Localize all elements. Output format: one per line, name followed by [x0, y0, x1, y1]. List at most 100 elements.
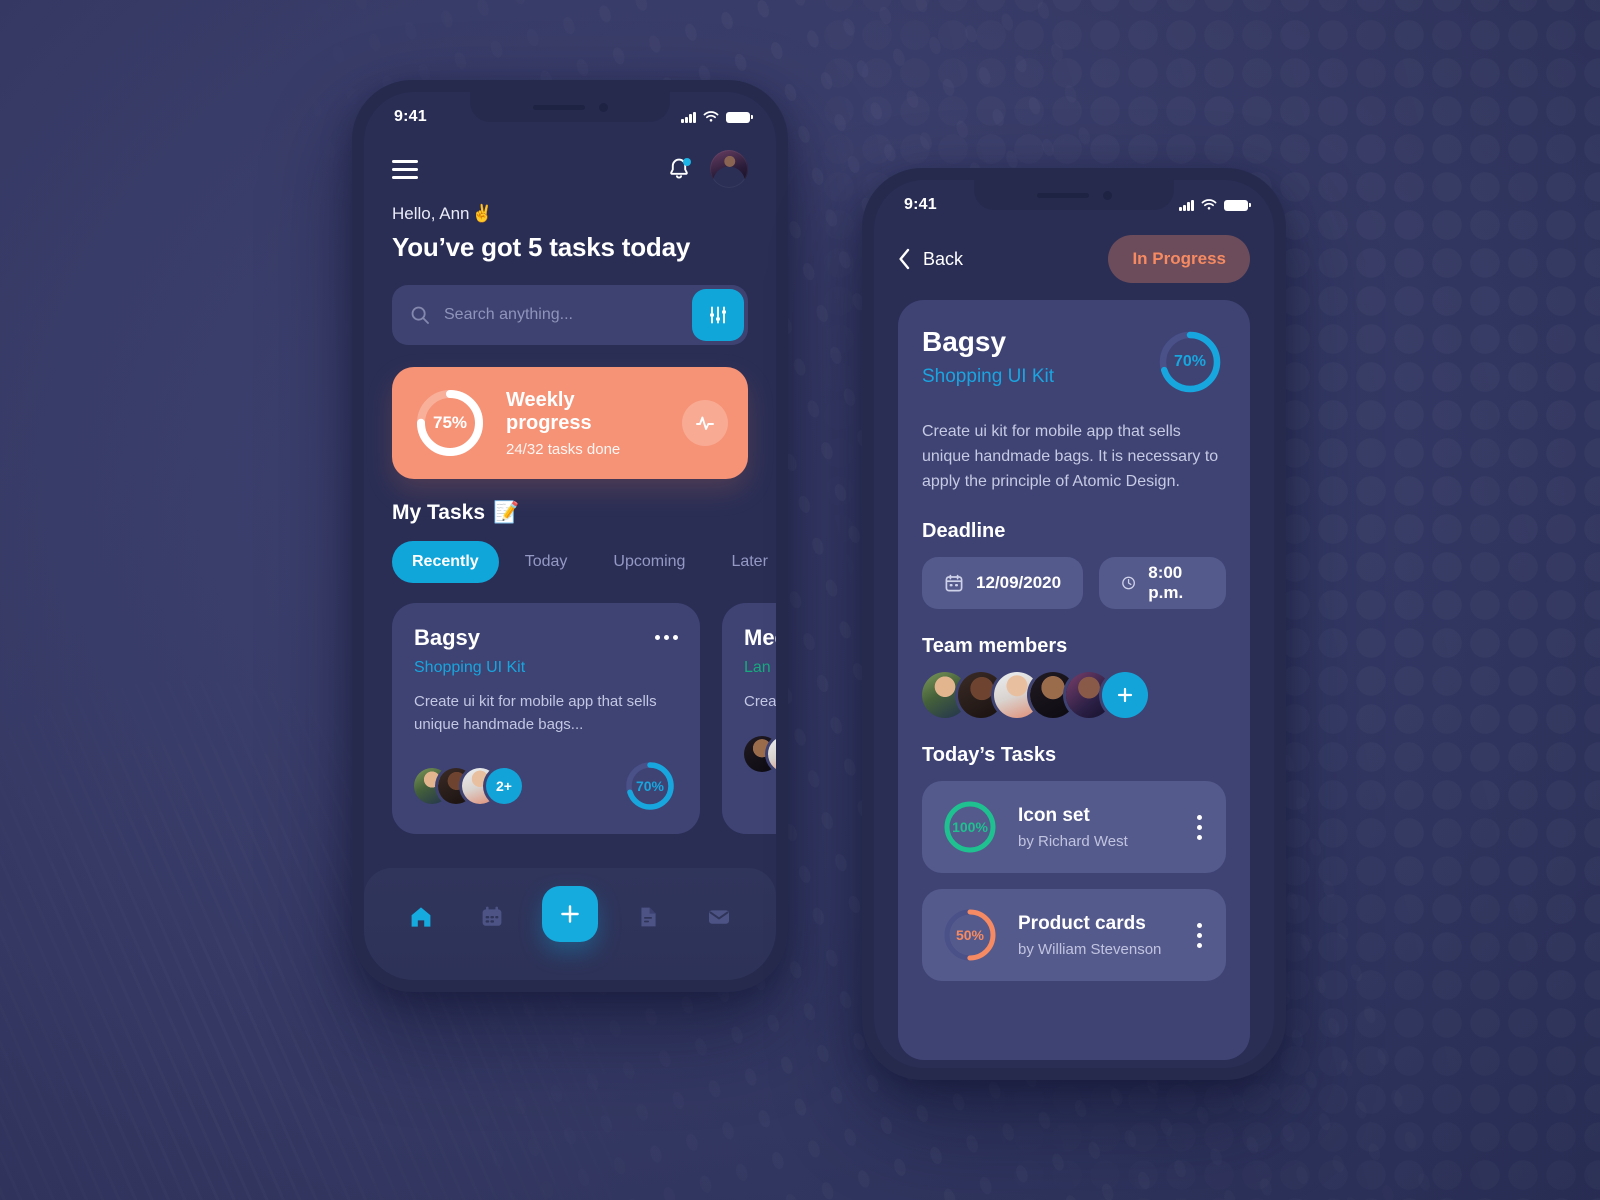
detail-app-bar: Back In Progress — [898, 230, 1250, 288]
background-vignette — [0, 0, 1600, 1200]
wifi-icon — [1201, 199, 1217, 210]
detail-screen: 9:41 Back In Progress Bagsy Shopping UI … — [874, 180, 1274, 1068]
team-members-heading: Team members — [922, 635, 1068, 658]
project-progress-percent: 70% — [1173, 353, 1207, 370]
status-badge[interactable]: In Progress — [1108, 235, 1250, 283]
back-button[interactable]: Back — [898, 248, 963, 270]
status-icons — [1179, 199, 1251, 211]
battery-icon — [1224, 199, 1251, 211]
project-titles: Bagsy Shopping UI Kit — [922, 326, 1054, 388]
nav-home-icon[interactable] — [401, 897, 441, 937]
search-input[interactable] — [430, 306, 692, 324]
task-card-progress-percent: 70% — [635, 778, 665, 794]
battery-icon — [726, 111, 753, 123]
project-subtitle: Shopping UI Kit — [922, 366, 1055, 387]
project-header: Bagsy Shopping UI Kit 70% — [922, 326, 1226, 398]
weekly-progress-title: Weekly progress — [506, 388, 592, 434]
avatar[interactable] — [710, 150, 748, 188]
task-card-title: Mee — [744, 625, 776, 650]
home-screen: 9:41 Hello, Ann ✌️ You’ve got 5 tasks to… — [364, 92, 776, 980]
more-horizontal-icon[interactable] — [655, 625, 678, 640]
task-row-author: by Richard West — [1018, 832, 1128, 850]
more-vertical-icon[interactable] — [1197, 922, 1210, 948]
task-card-subtitle: Lan — [744, 659, 771, 676]
weekly-progress-texts: Weekly progress 24/32 tasks done — [506, 389, 664, 458]
detail-content: Back In Progress Bagsy Shopping UI Kit 7… — [874, 224, 1274, 1060]
tab-today[interactable]: Today — [505, 541, 588, 583]
cellular-signal-icon — [681, 111, 696, 123]
activity-pulse-icon[interactable] — [682, 400, 728, 446]
task-card-title: Bagsy — [414, 625, 481, 650]
greeting-text: Hello, Ann ✌️ — [392, 204, 748, 224]
weekly-progress-ring: 75% — [412, 385, 488, 461]
notepad-emoji-icon: 📝 — [493, 501, 520, 524]
app-bar-actions — [668, 150, 748, 188]
task-card-avatars: 2+ — [414, 768, 522, 804]
cellular-signal-icon — [1179, 199, 1194, 211]
home-status-bar: 9:41 — [364, 92, 776, 136]
deadline-time-value: 8:00 p.m. — [1148, 563, 1184, 603]
task-cards-row: Bagsy Shopping UI Kit Create ui kit for … — [392, 603, 776, 834]
calendar-icon — [945, 575, 963, 592]
task-card[interactable]: Bagsy Shopping UI Kit Create ui kit for … — [392, 603, 700, 834]
notification-bell-icon[interactable] — [668, 157, 691, 181]
plus-add-icon[interactable] — [541, 886, 598, 942]
task-card-header: Mee — [744, 625, 776, 651]
task-progress-percent: 50% — [955, 927, 985, 944]
home-content: Hello, Ann ✌️ You’ve got 5 tasks today S… — [364, 136, 776, 834]
task-row-title: Product cards — [1018, 912, 1146, 934]
greeting-label: Hello, Ann — [392, 204, 470, 223]
weekly-progress-percent: 75% — [432, 413, 468, 432]
tab-later[interactable]: Later — [711, 541, 776, 583]
status-time: 9:41 — [394, 108, 427, 125]
project-description: Create ui kit for mobile app that sells … — [922, 423, 1219, 490]
task-progress-ring: 50% — [940, 905, 1000, 965]
my-tasks-label: My Tasks — [392, 501, 485, 524]
page-background — [0, 0, 1600, 1200]
detail-status-bar: 9:41 — [874, 180, 1274, 224]
nav-document-icon[interactable] — [628, 897, 668, 937]
avatar-overflow-count[interactable]: 2+ — [486, 768, 522, 804]
task-card-avatars — [744, 735, 776, 772]
back-label: Back — [923, 248, 964, 269]
clock-icon — [1122, 576, 1136, 590]
task-row[interactable]: 50% Product cards by William Stevenson — [922, 889, 1226, 982]
notification-badge-dot — [683, 158, 691, 166]
task-row-author: by William Stevenson — [1018, 940, 1162, 958]
project-title: Bagsy — [922, 326, 1007, 357]
task-progress-ring: 100% — [940, 797, 1000, 857]
add-team-member-button[interactable] — [1102, 672, 1148, 719]
status-time: 9:41 — [904, 196, 937, 213]
task-card-description: Create ui kit for mobile app that sells … — [414, 693, 657, 733]
phone-detail-mockup: 9:41 Back In Progress Bagsy Shopping UI … — [862, 168, 1286, 1080]
weekly-progress-subtitle: 24/32 tasks done — [506, 440, 621, 458]
plus-add-icon — [1117, 688, 1133, 703]
page-title: You’ve got 5 tasks today — [392, 232, 691, 262]
deadline-time-chip[interactable]: 8:00 p.m. — [1099, 557, 1226, 610]
todays-tasks-heading: Today’s Tasks — [922, 744, 1057, 767]
task-row[interactable]: 100% Icon set by Richard West — [922, 781, 1226, 874]
weekly-progress-card[interactable]: 75% Weekly progress 24/32 tasks done — [392, 367, 748, 479]
phone-home-mockup: 9:41 Hello, Ann ✌️ You’ve got 5 tasks to… — [352, 80, 788, 992]
deadline-date-value: 12/09/2020 — [976, 573, 1062, 593]
wave-emoji-icon: ✌️ — [471, 204, 493, 223]
tab-recently[interactable]: Recently — [392, 541, 499, 583]
task-card-footer: 2+ 70% — [414, 758, 678, 814]
my-tasks-heading: My Tasks 📝 — [392, 501, 748, 525]
nav-mail-icon[interactable] — [699, 897, 739, 937]
task-progress-percent: 100% — [952, 819, 988, 836]
task-card[interactable]: Mee Lan Crea app t — [722, 603, 776, 834]
team-members-list — [922, 672, 1226, 719]
filter-sliders-icon[interactable] — [692, 289, 744, 341]
search-bar — [392, 285, 748, 345]
deadline-heading: Deadline — [922, 520, 1006, 543]
hamburger-menu-icon[interactable] — [392, 159, 418, 179]
deadline-date-chip[interactable]: 12/09/2020 — [922, 557, 1084, 610]
task-filter-tabs: Recently Today Upcoming Later — [392, 541, 768, 583]
tab-upcoming[interactable]: Upcoming — [593, 541, 705, 583]
more-vertical-icon[interactable] — [1197, 814, 1210, 840]
task-card-subtitle: Shopping UI Kit — [414, 659, 526, 676]
nav-calendar-icon[interactable] — [472, 897, 512, 937]
project-detail-card: Bagsy Shopping UI Kit 70% Create ui kit … — [898, 300, 1250, 1060]
project-progress-ring: 70% — [1154, 326, 1226, 398]
